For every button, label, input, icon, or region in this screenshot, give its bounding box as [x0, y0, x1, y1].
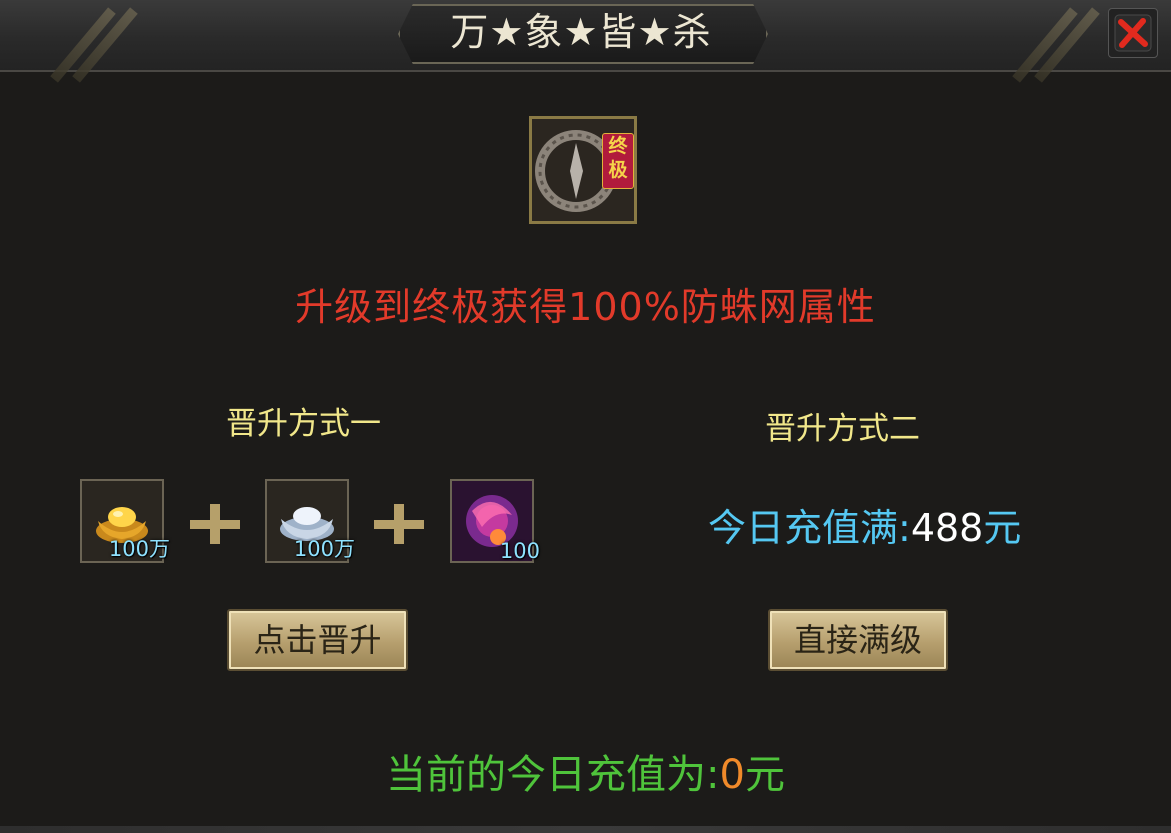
badge-char-top: 终 — [608, 135, 628, 157]
cost-slot-gold[interactable]: 100万 — [80, 479, 170, 563]
cost-slot-orb[interactable]: 100 — [450, 479, 540, 563]
upgrade-benefit-text: 升级到终极获得100%防蛛网属性 — [295, 285, 876, 329]
method-one-title: 晋升方式一 — [226, 406, 381, 442]
current-recharge-value: 0 — [719, 752, 745, 798]
max-level-button[interactable]: 直接满级 — [768, 609, 948, 671]
recharge-requirement-unit: 元 — [983, 506, 1022, 550]
method-two-title: 晋升方式二 — [765, 411, 920, 447]
badge-char-bottom: 极 — [608, 159, 628, 181]
silver-cost-count: 100万 — [293, 537, 355, 561]
upgrade-button[interactable]: 点击晋升 — [227, 609, 408, 671]
current-recharge-label: 当前的今日充值为: — [386, 752, 720, 798]
current-recharge-unit: 元 — [744, 752, 785, 798]
plus-icon — [374, 504, 424, 544]
current-recharge-status: 当前的今日充值为:0元 — [0, 742, 1171, 800]
bottom-border — [0, 826, 1171, 833]
ultimate-badge: 终 极 — [602, 133, 634, 189]
cost-slot-silver[interactable]: 100万 — [265, 479, 355, 563]
upgrade-dialog: 万★象★皆★杀 终 极 升级到终极获得100%防蛛网属性 晋升方式一 晋升方式二… — [0, 0, 1171, 833]
recharge-requirement: 今日充值满:488元 — [708, 497, 1021, 552]
close-icon — [1114, 14, 1152, 52]
close-button[interactable] — [1108, 8, 1158, 58]
recharge-requirement-label: 今日充值满: — [708, 506, 911, 550]
recharge-requirement-value: 488 — [910, 506, 984, 550]
dialog-title: 万★象★皆★杀 — [450, 10, 712, 54]
gold-cost-count: 100万 — [108, 537, 170, 561]
orb-cost-count: 100 — [499, 539, 540, 563]
plus-icon — [190, 504, 240, 544]
ultimate-item-slot[interactable]: 终 极 — [529, 116, 637, 224]
